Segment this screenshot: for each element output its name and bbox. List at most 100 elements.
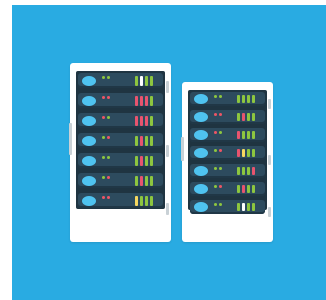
server-unit (78, 173, 163, 188)
activity-bar-icon (247, 148, 250, 157)
status-led-icon (214, 95, 217, 98)
activity-bar-icon (145, 195, 148, 206)
activity-bar-icon (150, 135, 153, 146)
activity-bar-icon (247, 112, 250, 121)
status-led-icon (102, 196, 105, 199)
power-button-icon (194, 165, 208, 176)
activity-bar-icon (135, 95, 138, 106)
activity-bar-icon (135, 115, 138, 126)
server-unit (190, 110, 265, 124)
activity-bar-icon (140, 115, 143, 126)
activity-bar-icon (140, 135, 143, 146)
status-led-icon (107, 156, 110, 159)
cabinet-hinge (268, 99, 271, 109)
activity-bar-icon (247, 166, 250, 175)
activity-bar-icon (145, 115, 148, 126)
server-unit (78, 73, 163, 88)
power-button-icon (82, 75, 96, 86)
activity-bar-icon (135, 175, 138, 186)
activity-bar-icon (242, 112, 245, 121)
activity-bar-icon (237, 130, 240, 139)
activity-bar-icon (242, 166, 245, 175)
server-unit (190, 92, 265, 106)
server-unit (78, 113, 163, 128)
power-button-icon (82, 155, 96, 166)
activity-bar-icon (135, 195, 138, 206)
power-button-icon (82, 175, 96, 186)
status-led-icon (219, 167, 222, 170)
activity-bar-icon (247, 184, 250, 193)
server-unit (190, 128, 265, 142)
activity-bar-icon (140, 175, 143, 186)
status-led-icon (102, 76, 105, 79)
activity-bar-icon (140, 75, 143, 86)
status-led-icon (219, 131, 222, 134)
activity-bar-icon (140, 95, 143, 106)
activity-bar-icon (145, 95, 148, 106)
status-led-icon (219, 185, 222, 188)
power-button-icon (194, 147, 208, 158)
activity-bar-icon (237, 112, 240, 121)
power-button-icon (82, 135, 96, 146)
activity-bar-icon (247, 130, 250, 139)
activity-bar-icon (237, 94, 240, 103)
status-led-icon (107, 196, 110, 199)
activity-bar-icon (242, 130, 245, 139)
activity-bar-icon (252, 148, 255, 157)
activity-bar-icon (145, 135, 148, 146)
status-led-icon (214, 203, 217, 206)
cabinet-hinge (181, 137, 184, 161)
activity-bar-icon (252, 130, 255, 139)
power-button-icon (82, 115, 96, 126)
status-led-icon (219, 95, 222, 98)
status-led-icon (214, 113, 217, 116)
cabinet-hinge (166, 145, 169, 157)
server-unit (78, 133, 163, 148)
activity-bar-icon (135, 155, 138, 166)
status-led-icon (107, 76, 110, 79)
server-rack-icon (69, 63, 171, 242)
power-button-icon (82, 95, 96, 106)
status-led-icon (107, 96, 110, 99)
activity-bar-icon (247, 202, 250, 211)
status-led-icon (219, 203, 222, 206)
status-led-icon (219, 113, 222, 116)
activity-bar-icon (252, 166, 255, 175)
status-led-icon (102, 116, 105, 119)
activity-bar-icon (150, 195, 153, 206)
cabinet-hinge (69, 123, 72, 155)
activity-bar-icon (135, 135, 138, 146)
activity-bar-icon (242, 184, 245, 193)
activity-bar-icon (150, 95, 153, 106)
status-led-icon (102, 96, 105, 99)
server-unit (190, 164, 265, 178)
activity-bar-icon (145, 175, 148, 186)
activity-bar-icon (252, 112, 255, 121)
activity-bar-icon (252, 94, 255, 103)
status-led-icon (107, 176, 110, 179)
activity-bar-icon (242, 202, 245, 211)
activity-bar-icon (145, 155, 148, 166)
status-led-icon (214, 167, 217, 170)
activity-bar-icon (237, 202, 240, 211)
activity-bar-icon (252, 184, 255, 193)
status-led-icon (102, 136, 105, 139)
cabinet-hinge (268, 207, 271, 217)
status-led-icon (102, 156, 105, 159)
status-led-icon (214, 149, 217, 152)
activity-bar-icon (150, 75, 153, 86)
server-rack-icon (181, 82, 273, 242)
cabinet-hinge (166, 203, 169, 215)
illustration-background (12, 5, 326, 300)
server-unit (78, 193, 163, 208)
activity-bar-icon (150, 115, 153, 126)
activity-bar-icon (237, 184, 240, 193)
activity-bar-icon (252, 202, 255, 211)
power-button-icon (194, 93, 208, 104)
server-unit (78, 93, 163, 108)
activity-bar-icon (145, 75, 148, 86)
activity-bar-icon (237, 148, 240, 157)
cabinet-hinge (166, 81, 169, 93)
status-led-icon (214, 185, 217, 188)
power-button-icon (194, 129, 208, 140)
